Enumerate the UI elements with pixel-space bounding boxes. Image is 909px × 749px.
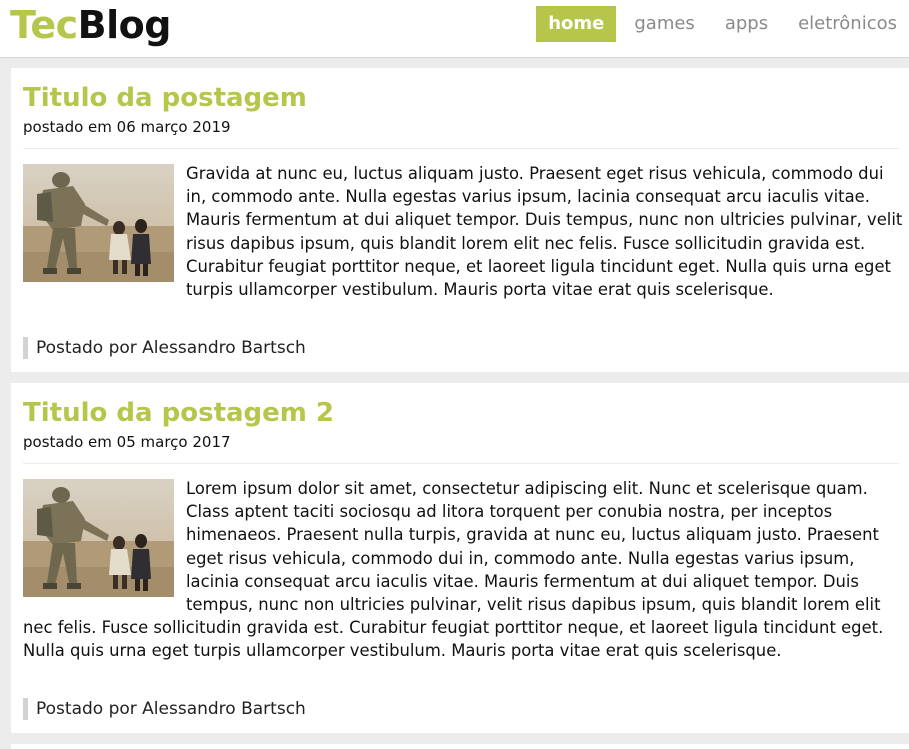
nav-item-apps[interactable]: apps xyxy=(713,6,780,42)
site-logo[interactable]: TecBlog xyxy=(10,3,171,47)
post-thumbnail-image xyxy=(23,479,174,597)
post-body: Gravida at nunc eu, luctus aliquam justo… xyxy=(23,162,903,301)
post-title[interactable]: Titulo da postagem 2 xyxy=(23,397,334,429)
logo-blog: Blog xyxy=(77,3,172,47)
nav-item-eletronicos[interactable]: eletrônicos xyxy=(786,6,909,42)
main-nav: home games apps eletrônicos xyxy=(536,6,909,42)
blog-post: Titulo da postagem postado em 06 março 2… xyxy=(11,68,909,372)
nav-item-games[interactable]: games xyxy=(622,6,706,42)
post-author: Postado por Alessandro Bartsch xyxy=(23,337,306,359)
blog-post: Titulo da postagem 2 postado em 05 março… xyxy=(11,383,909,733)
post-body: Lorem ipsum dolor sit amet, consectetur … xyxy=(23,477,903,663)
post-date: postado em 05 março 2017 xyxy=(23,433,231,451)
post-text: Gravida at nunc eu, luctus aliquam justo… xyxy=(186,164,903,300)
next-post-edge xyxy=(11,744,909,749)
post-title[interactable]: Titulo da postagem xyxy=(23,82,307,114)
post-date: postado em 06 março 2019 xyxy=(23,118,231,136)
post-author: Postado por Alessandro Bartsch xyxy=(23,698,306,720)
post-divider xyxy=(23,148,899,149)
site-header: TecBlog home games apps eletrônicos xyxy=(0,0,909,58)
post-divider xyxy=(23,463,899,464)
nav-item-home[interactable]: home xyxy=(536,6,617,42)
post-thumbnail-image xyxy=(23,164,174,282)
logo-tec: Tec xyxy=(10,3,78,47)
